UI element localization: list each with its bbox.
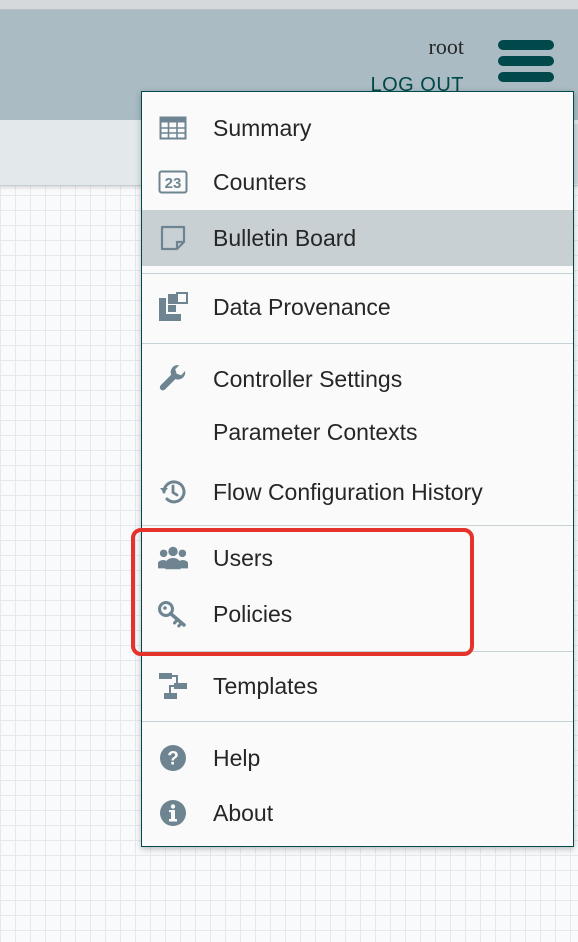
question-circle-icon: ? <box>158 743 188 773</box>
menu-item-data-provenance[interactable]: Data Provenance <box>142 279 573 335</box>
window-top-strip <box>0 0 578 10</box>
table-icon <box>158 113 188 143</box>
menu-separator <box>142 273 573 274</box>
menu-item-parameter-contexts[interactable]: Parameter Contexts <box>142 404 573 460</box>
menu-item-label: Controller Settings <box>213 365 403 392</box>
counter-23-icon: 23 <box>158 167 188 197</box>
menu-item-summary[interactable]: Summary <box>142 100 573 156</box>
menu-item-label: Flow Configuration History <box>213 478 483 505</box>
global-menu: Summary 23 Counters Bulletin Board Data … <box>141 91 574 847</box>
svg-text:23: 23 <box>165 175 182 192</box>
sticky-note-icon <box>158 223 188 253</box>
current-user: root <box>428 34 464 59</box>
provenance-icon <box>158 292 188 322</box>
history-icon <box>158 477 188 507</box>
annotation-highlight-box <box>131 528 474 656</box>
menu-item-label: About <box>213 799 274 826</box>
menu-item-label: Summary <box>213 114 312 141</box>
menu-item-label: Data Provenance <box>213 293 391 320</box>
svg-text:?: ? <box>167 749 179 770</box>
hamburger-menu-icon[interactable] <box>498 40 554 90</box>
menu-item-controller-settings[interactable]: Controller Settings <box>142 351 573 407</box>
wrench-icon <box>158 364 188 394</box>
info-circle-icon <box>158 798 188 828</box>
menu-item-label: Help <box>213 744 261 771</box>
menu-item-label: Templates <box>213 672 318 699</box>
menu-item-templates[interactable]: Templates <box>142 658 573 714</box>
menu-item-about[interactable]: About <box>142 785 573 841</box>
menu-item-flow-configuration-history[interactable]: Flow Configuration History <box>142 464 573 520</box>
menu-item-label: Counters <box>213 168 307 195</box>
template-icon <box>158 671 188 701</box>
menu-item-counters[interactable]: 23 Counters <box>142 154 573 210</box>
menu-separator <box>142 525 573 526</box>
menu-item-label: Bulletin Board <box>213 224 357 251</box>
menu-separator <box>142 721 573 722</box>
menu-separator <box>142 343 573 344</box>
menu-item-help[interactable]: ? Help <box>142 730 573 786</box>
menu-item-label: Parameter Contexts <box>213 418 418 445</box>
menu-item-bulletin-board[interactable]: Bulletin Board <box>142 210 573 266</box>
